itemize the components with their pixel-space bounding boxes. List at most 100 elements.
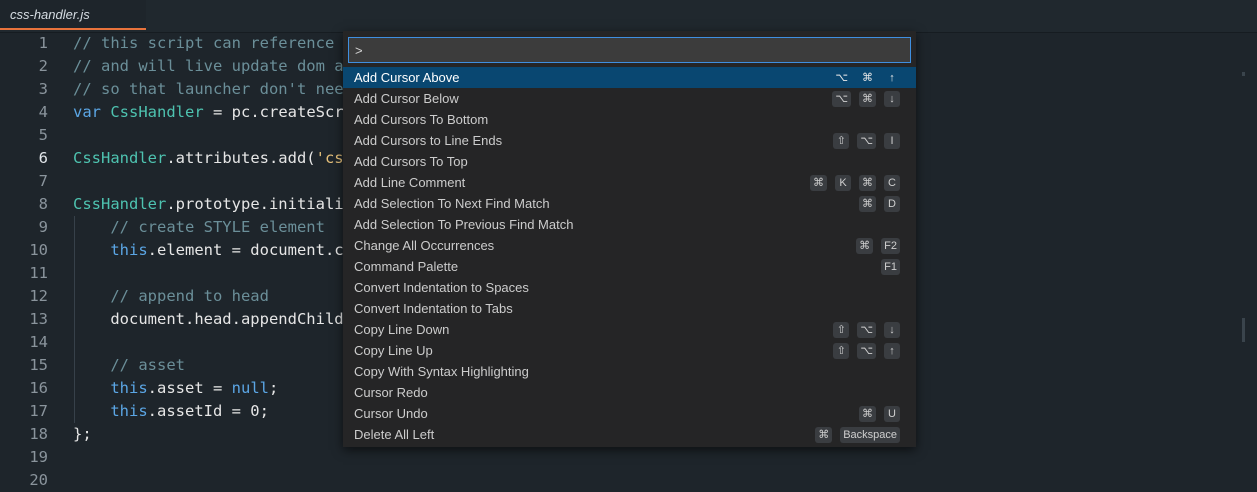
key-cap: K: [835, 174, 851, 191]
command-item[interactable]: Add Selection To Next Find Match ⌘ D: [343, 193, 916, 214]
line-number: 16: [29, 379, 48, 397]
line-number: 18: [29, 425, 48, 443]
line-number: 13: [29, 310, 48, 328]
key-cap: ↓: [884, 90, 900, 107]
code-text: CssHandler.attributes.add('css: [73, 149, 353, 167]
command-item[interactable]: Add Cursors To Bottom: [343, 109, 916, 130]
command-label: Add Cursors To Bottom: [354, 112, 489, 127]
key-cap: I: [884, 132, 900, 149]
key-cap: ⌘: [859, 174, 876, 191]
line-number: 14: [29, 333, 48, 351]
command-item[interactable]: Add Selection To Previous Find Match: [343, 214, 916, 235]
command-item[interactable]: Command Palette F1: [343, 256, 916, 277]
line-number: 4: [38, 103, 48, 121]
code-line[interactable]: 19: [0, 446, 1245, 469]
command-label: Convert Indentation to Spaces: [354, 280, 529, 295]
key-cap: ↑: [889, 71, 895, 84]
command-label: Delete All Left: [354, 427, 435, 442]
keybinding: ⌘ D: [859, 193, 900, 214]
key-cap: ⇧: [833, 342, 850, 359]
command-item[interactable]: Change All Occurrences ⌘ F2: [343, 235, 916, 256]
key-cap: ↓: [884, 321, 900, 338]
line-number: 15: [29, 356, 48, 374]
key-cap: C: [884, 174, 900, 191]
command-item[interactable]: Copy With Syntax Highlighting: [343, 361, 916, 382]
keybinding: ⌥ ⌘ ↓: [832, 88, 900, 109]
command-item[interactable]: Convert Indentation to Tabs: [343, 298, 916, 319]
keybinding: ⌘ Backspace: [815, 424, 900, 445]
command-item[interactable]: Cursor Undo ⌘ U: [343, 403, 916, 424]
code-text: this.asset = null;: [110, 379, 279, 397]
command-item[interactable]: Add Line Comment ⌘ K ⌘ C: [343, 172, 916, 193]
command-item[interactable]: Copy Line Down ⇧ ⌥ ↓: [343, 319, 916, 340]
key-cap: ⌥: [857, 132, 876, 149]
command-palette: Add Cursor Above⌥⌘↑Add Cursor Below⌥⌘↓Ad…: [343, 31, 916, 447]
key-cap: U: [884, 405, 900, 422]
key-cap: ⌘: [862, 71, 873, 84]
tab-label: css-handler.js: [10, 7, 90, 22]
key-cap: ⌘: [815, 426, 833, 443]
code-text: // and will live update dom an: [73, 57, 353, 75]
key-cap: ⇧: [833, 132, 850, 149]
code-text: var CssHandler = pc.createScri: [73, 103, 353, 121]
keybinding: ⇧ ⌥ ↓: [833, 319, 900, 340]
keybinding: ⇧ ⌥ ↑: [833, 340, 900, 361]
line-number: 12: [29, 287, 48, 305]
line-number: 11: [29, 264, 48, 282]
code-line[interactable]: 20: [0, 469, 1245, 492]
key-cap: ⌘: [810, 174, 827, 191]
line-number: 20: [29, 471, 48, 489]
key-cap: ⌘: [859, 405, 876, 422]
code-text: // so that launcher don't need: [73, 80, 353, 98]
command-item[interactable]: Add Cursors To Top: [343, 151, 916, 172]
line-number: 3: [38, 80, 48, 98]
tab-bar: css-handler.js: [0, 0, 1257, 33]
command-palette-input[interactable]: [348, 37, 911, 63]
keybinding: ⌘ F2: [856, 235, 900, 256]
line-number: 7: [38, 172, 48, 190]
line-number: 6: [38, 149, 48, 167]
command-item[interactable]: Cursor Redo: [343, 382, 916, 403]
key-cap: D: [884, 195, 900, 212]
command-label: Add Cursors To Top: [354, 154, 468, 169]
command-item[interactable]: Add Cursors to Line Ends ⇧ ⌥ I: [343, 130, 916, 151]
command-item[interactable]: Convert Indentation to Spaces: [343, 277, 916, 298]
command-list: Add Cursor Above ⌥ ⌘ ↑ Add Cursor Below ⌥ ⌘ ↓ Ad…: [343, 67, 916, 445]
code-text: };: [73, 425, 92, 443]
code-text: this.assetId = 0;: [110, 402, 269, 420]
line-number: 5: [38, 126, 48, 144]
key-cap: ⌘: [859, 195, 876, 212]
command-label: Add Cursor Above: [354, 70, 460, 85]
command-label: Add Cursors to Line Ends: [354, 133, 503, 148]
code-text: // this script can reference l: [73, 34, 353, 52]
code-text: document.head.appendChild(: [73, 310, 353, 328]
key-cap: ⇧: [833, 321, 850, 338]
command-label: Command Palette: [354, 259, 459, 274]
line-number: 1: [38, 34, 48, 52]
key-cap: ⌥: [857, 321, 876, 338]
command-item[interactable]: Add Cursor Below ⌥ ⌘ ↓: [343, 88, 916, 109]
command-label: Copy Line Up: [354, 343, 433, 358]
command-item[interactable]: Delete All Left ⌘ Backspace: [343, 424, 916, 445]
code-text: // asset: [110, 356, 185, 374]
keybinding: ⌘ K ⌘ C: [810, 172, 900, 193]
key-cap: ⌘: [856, 237, 874, 254]
key-cap: ↑: [884, 342, 900, 359]
command-label: Cursor Redo: [354, 385, 428, 400]
code-text: // append to head: [110, 287, 269, 305]
command-label: Convert Indentation to Tabs: [354, 301, 513, 316]
command-label: Cursor Undo: [354, 406, 428, 421]
key-cap: ⌘: [859, 90, 876, 107]
line-number: 10: [29, 241, 48, 259]
command-label: Change All Occurrences: [354, 238, 495, 253]
keybinding: F1: [881, 256, 900, 277]
key-cap: Backspace: [840, 426, 900, 443]
command-label: Add Selection To Previous Find Match: [354, 217, 574, 232]
tab-css-handler[interactable]: css-handler.js: [0, 0, 146, 30]
line-number: 8: [38, 195, 48, 213]
command-item[interactable]: Add Cursor Above ⌥ ⌘ ↑: [343, 67, 916, 88]
key-cap: ⌥: [832, 90, 851, 107]
command-item[interactable]: Copy Line Up ⇧ ⌥ ↑: [343, 340, 916, 361]
command-label: Add Line Comment: [354, 175, 466, 190]
line-number: 9: [38, 218, 48, 236]
